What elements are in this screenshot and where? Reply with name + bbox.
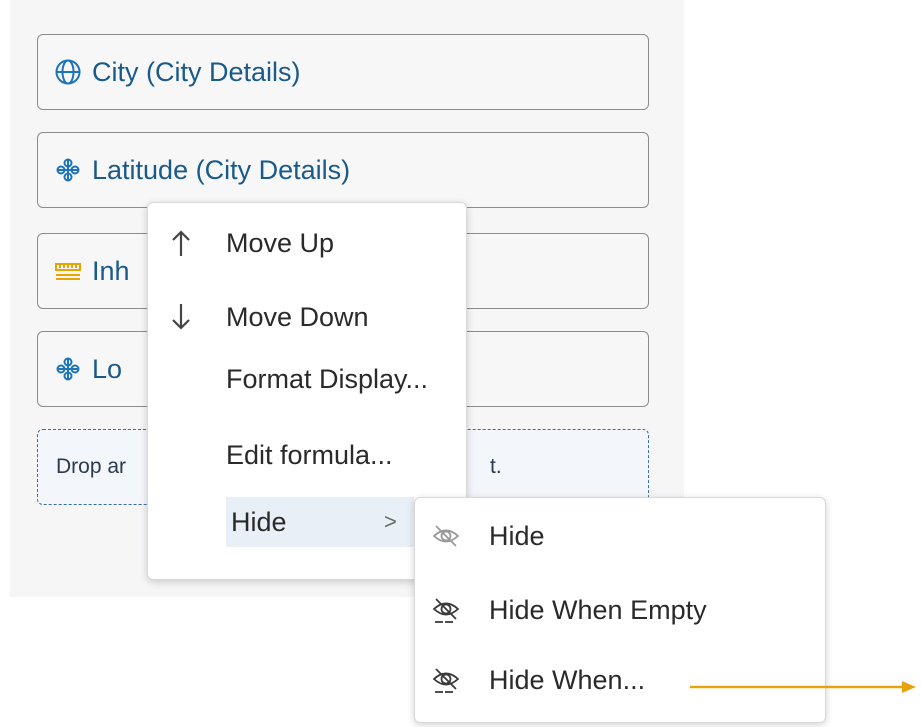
hide-when-icon bbox=[431, 595, 461, 625]
field-latitude[interactable]: Latitude (City Details) bbox=[37, 132, 649, 208]
menu-item-move-down[interactable]: Move Down bbox=[148, 289, 466, 345]
drop-zone-text-right: t. bbox=[490, 455, 502, 478]
field-city-label: City (City Details) bbox=[92, 56, 301, 87]
chevron-right-icon: > bbox=[384, 509, 397, 534]
hide-icon bbox=[431, 521, 461, 551]
field-latitude-label: Latitude (City Details) bbox=[92, 154, 351, 185]
menu-item-format-display-label: Format Display... bbox=[226, 363, 429, 394]
globe-icon bbox=[54, 58, 82, 86]
menu-item-hide-label: Hide bbox=[231, 506, 287, 537]
measure-icon bbox=[54, 257, 82, 285]
submenu-item-hide-when-label: Hide When... bbox=[489, 664, 646, 695]
submenu-item-hide[interactable]: Hide bbox=[415, 506, 825, 566]
arrow-up-icon bbox=[170, 228, 192, 258]
field-longitude-label: Lo bbox=[92, 353, 123, 384]
submenu-item-hide-label: Hide bbox=[489, 520, 545, 551]
dimension-icon bbox=[54, 355, 82, 383]
menu-item-hide[interactable]: Hide > bbox=[226, 497, 414, 547]
callout-arrow bbox=[690, 681, 916, 693]
menu-item-edit-formula-label: Edit formula... bbox=[226, 439, 393, 470]
menu-item-move-up-label: Move Up bbox=[226, 227, 335, 258]
drop-zone-text-left: Drop ar bbox=[56, 455, 127, 478]
dimension-icon bbox=[54, 156, 82, 184]
submenu-item-hide-when-empty[interactable]: Hide When Empty bbox=[415, 580, 825, 640]
arrow-down-icon bbox=[170, 302, 192, 332]
submenu-item-hide-when-empty-label: Hide When Empty bbox=[489, 594, 707, 625]
field-city[interactable]: City (City Details) bbox=[37, 34, 649, 110]
field-inhabitants-label: Inh bbox=[92, 255, 130, 286]
menu-item-move-up[interactable]: Move Up bbox=[148, 215, 466, 271]
menu-item-format-display[interactable]: Format Display... bbox=[148, 351, 466, 407]
menu-item-edit-formula[interactable]: Edit formula... bbox=[148, 427, 466, 483]
menu-item-move-down-label: Move Down bbox=[226, 301, 369, 332]
hide-when-icon bbox=[431, 665, 461, 695]
